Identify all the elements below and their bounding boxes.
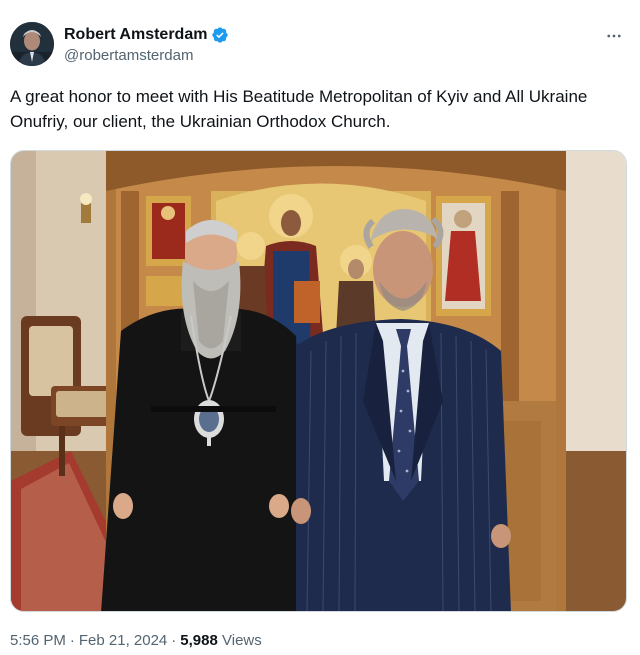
avatar[interactable] [10,22,54,66]
views-count: 5,988 [180,632,218,649]
avatar-image [10,22,54,66]
more-options-button[interactable] [602,24,626,48]
meta-separator: · [171,632,177,649]
meta-separator: · [69,632,75,649]
tweet-date[interactable]: Feb 21, 2024 [79,632,167,649]
tweet-header: Robert Amsterdam @robertamsterdam [10,22,630,70]
tweet-meta: 5:56 PM · Feb 21, 2024 · 5,988 Views [10,632,262,649]
tweet-text: A great honor to meet with His Beatitude… [10,87,588,131]
views-label: Views [222,632,262,649]
display-name-row: Robert Amsterdam [64,24,229,46]
author-names: Robert Amsterdam @robertamsterdam [64,24,229,64]
author-handle[interactable]: @robertamsterdam [64,47,229,64]
tweet-photo[interactable] [10,150,627,612]
more-options-icon [607,34,621,38]
display-name[interactable]: Robert Amsterdam [64,26,207,44]
tweet-card: Robert Amsterdam @robertamsterdam A grea… [0,0,640,655]
verified-badge-icon[interactable] [211,26,229,44]
tweet-time[interactable]: 5:56 PM [10,632,66,649]
photo-image [11,151,626,611]
